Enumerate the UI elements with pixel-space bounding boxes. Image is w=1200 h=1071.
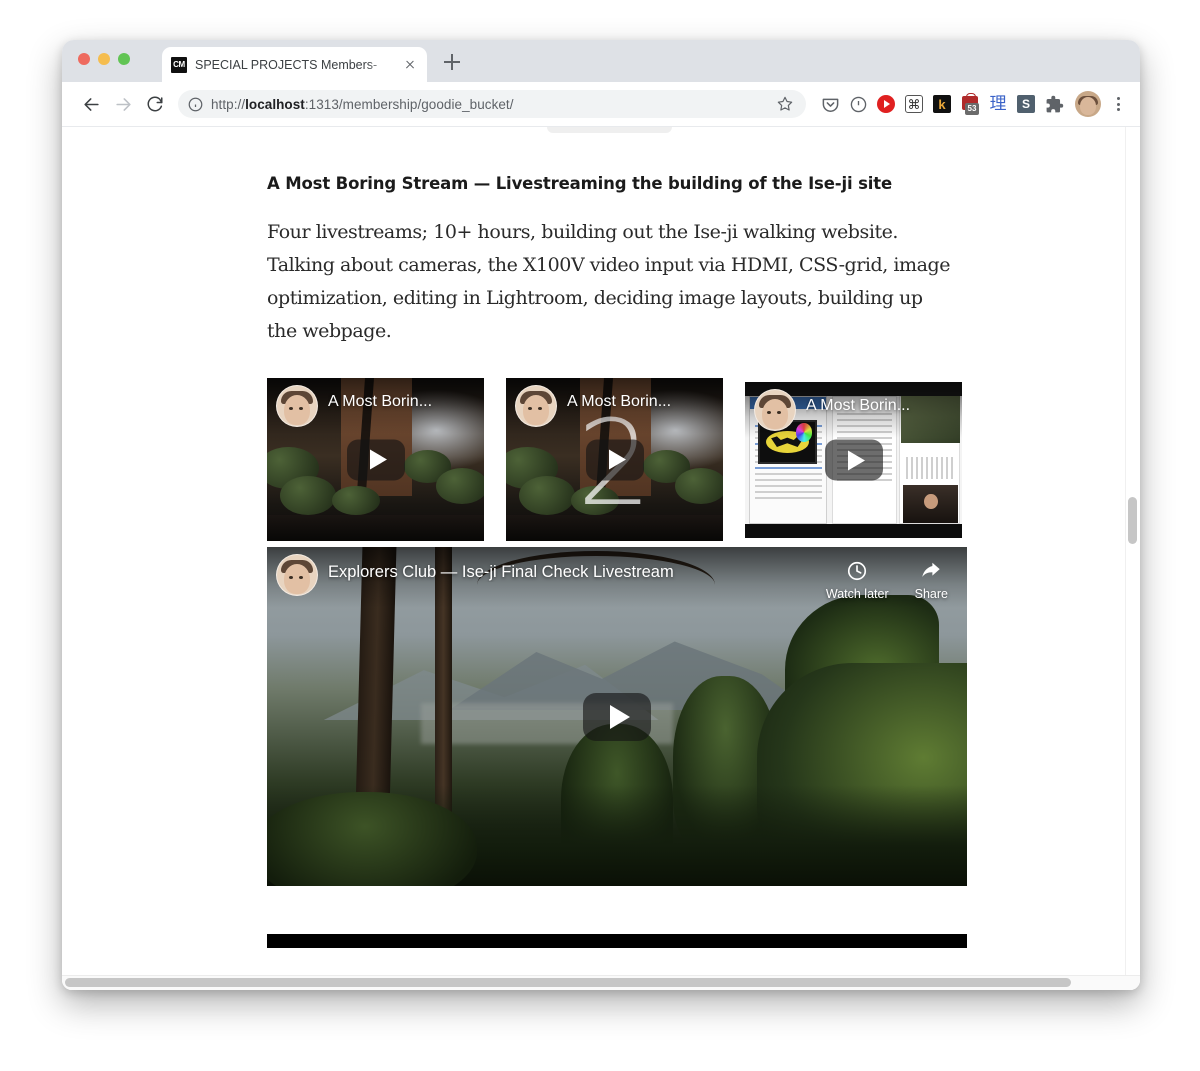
kagi-icon[interactable]: k [928,90,956,118]
badge-count: 53 [965,103,979,115]
page-viewport: A Most Boring Stream — Livestreaming the… [62,127,1140,990]
shopping-bag-icon[interactable]: 53 [956,90,984,118]
new-tab-button[interactable] [440,50,464,74]
url-text: http://localhost:1313/membership/goodie_… [211,96,514,112]
video-thumbnail[interactable]: 2 A Most Borin... [506,378,723,542]
play-icon[interactable] [583,692,651,741]
browser-tab[interactable]: CM SPECIAL PROJECTS Members- [162,47,427,82]
watch-later-button[interactable]: Watch later [826,560,889,601]
page-content: A Most Boring Stream — Livestreaming the… [62,127,1140,990]
browser-toolbar: http://localhost:1313/membership/goodie_… [62,82,1140,127]
puzzle-piece-icon[interactable] [1040,90,1068,118]
back-arrow-icon[interactable] [76,89,106,119]
youtube-icon[interactable] [872,90,900,118]
info-circle-icon[interactable] [188,97,203,112]
horizontal-scrollbar[interactable] [62,975,1140,990]
tab-strip: CM SPECIAL PROJECTS Members- [62,40,1140,82]
pocket-icon[interactable] [816,90,844,118]
browser-window: CM SPECIAL PROJECTS Members- http://loca… [62,40,1140,990]
address-bar[interactable]: http://localhost:1313/membership/goodie_… [178,90,806,118]
cut-off-element-above [547,127,672,133]
play-icon[interactable] [585,439,644,481]
extension-toolbar: ⌘ k 53 理 S [816,90,1068,118]
reload-icon[interactable] [140,89,170,119]
three-dot-menu-icon[interactable] [1106,90,1130,118]
video-actions: Watch later Share [826,560,948,601]
command-key-icon[interactable]: ⌘ [900,90,928,118]
video-thumbnail[interactable]: A Most Borin... [745,382,962,539]
section-divider-bar [267,934,967,949]
star-icon[interactable] [774,93,796,115]
video-thumbnail[interactable]: A Most Borin... [267,378,484,542]
vertical-scrollbar[interactable] [1125,127,1140,990]
article: A Most Boring Stream — Livestreaming the… [267,173,967,949]
play-icon[interactable] [346,439,405,481]
bag-shape: 53 [960,93,980,115]
video-thumbnail-grid: A Most Borin... 2 [267,378,967,542]
window-traffic-lights [78,53,130,65]
watch-later-label: Watch later [825,587,889,602]
s-extension-icon[interactable]: S [1012,90,1040,118]
avatar[interactable] [1075,91,1101,117]
share-label: Share [914,587,948,602]
info-icon[interactable] [844,90,872,118]
forward-arrow-icon[interactable] [108,89,138,119]
play-icon[interactable] [824,439,883,481]
kanji-icon[interactable]: 理 [984,90,1012,118]
close-icon[interactable] [402,57,418,73]
share-button[interactable]: Share [915,560,948,601]
article-body: Four livestreams; 10+ hours, building ou… [267,221,950,343]
maximize-window-button[interactable] [118,53,130,65]
featured-video-embed[interactable]: Explorers Club — Ise-ji Final Check Live… [267,547,967,887]
page-title: A Most Boring Stream — Livestreaming the… [267,174,893,193]
horizontal-scrollbar-thumb[interactable] [65,978,1071,987]
vertical-scrollbar-thumb[interactable] [1128,497,1137,544]
tab-title: SPECIAL PROJECTS Members- [195,57,378,72]
close-window-button[interactable] [78,53,90,65]
minimize-window-button[interactable] [98,53,110,65]
tab-favicon: CM [171,56,187,73]
